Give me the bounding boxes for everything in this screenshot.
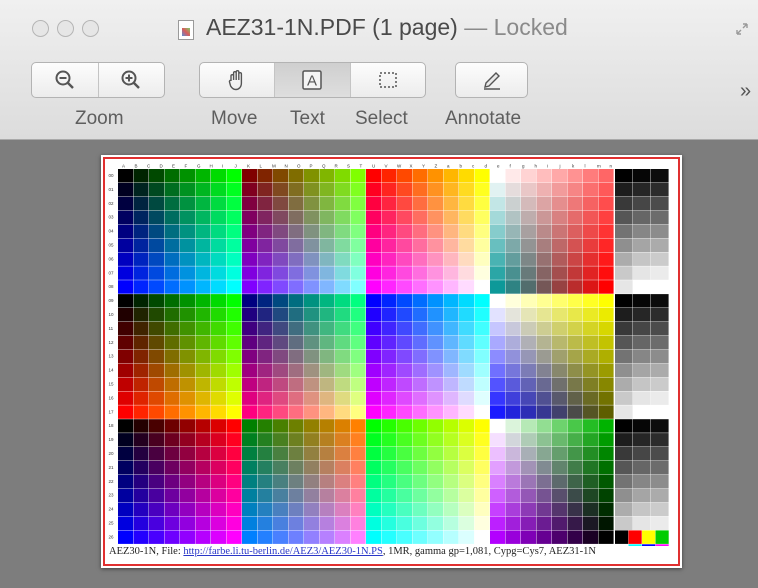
window-title-separator: — [457,14,494,40]
pdf-document-icon[interactable] [178,20,194,40]
zoom-in-icon [121,70,141,89]
pdf-page[interactable]: ABCDEFGHIJKLMNOPQRSTUVWXYZabcdefghijklmn… [101,155,682,568]
move-tool-button[interactable] [200,63,276,97]
zoom-label: Zoom [75,108,124,129]
text-tool-button[interactable]: A [275,63,351,97]
pencil-icon [483,72,500,90]
move-label: Move [211,108,258,129]
svg-text:A: A [307,73,317,90]
text-label: Text [290,108,325,129]
annotate-control [455,62,528,98]
text-cursor-icon: A [302,70,323,90]
zoom-control [31,62,165,98]
window-title: AEZ31-1N.PDF (1 page) — Locked [206,14,568,41]
zoom-out-button[interactable] [32,63,99,97]
zoom-in-button[interactable] [99,63,165,97]
close-window-button[interactable] [32,20,49,37]
select-rect-icon [379,72,397,88]
locked-status: Locked [493,14,568,40]
select-tool-button[interactable] [351,63,425,97]
annotate-button[interactable] [456,63,527,97]
zoom-out-icon [55,70,74,89]
annotate-label: Annotate [445,108,522,129]
select-label: Select [355,108,408,129]
fullscreen-icon[interactable] [735,22,749,36]
minimize-window-button[interactable] [57,20,74,37]
hand-icon [228,70,243,91]
tool-mode-control: A [199,62,426,98]
window-toolbar: AEZ31-1N.PDF (1 page) — Locked A Zoom Mo… [0,0,758,140]
toolbar-overflow-button[interactable]: » [740,80,751,103]
zoom-window-button[interactable] [82,20,99,37]
selection-outline [103,157,680,566]
window-title-filename: AEZ31-1N.PDF (1 page) [206,14,458,40]
